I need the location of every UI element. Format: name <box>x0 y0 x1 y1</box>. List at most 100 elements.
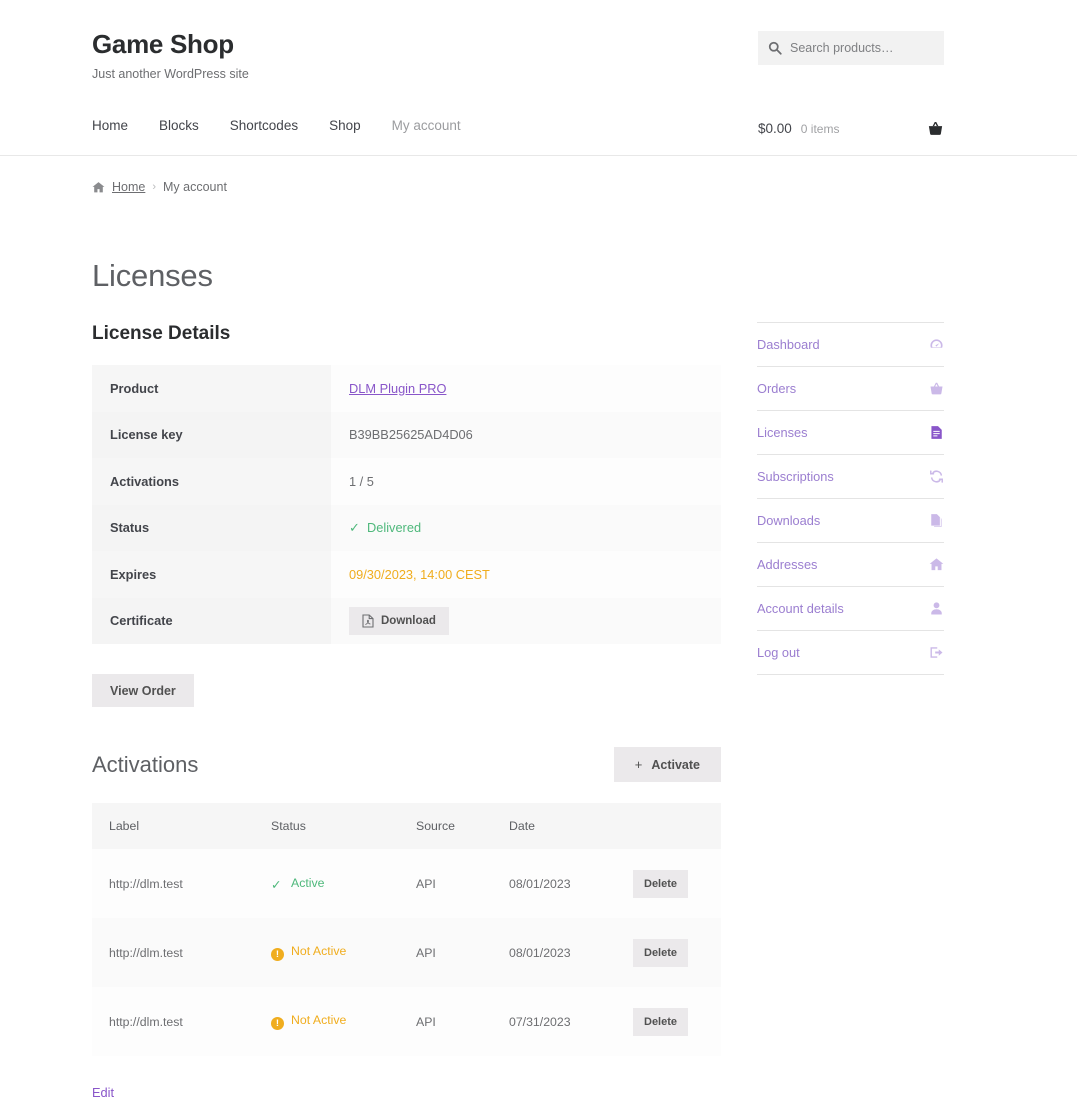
activation-source: API <box>399 849 492 918</box>
column-header-source: Source <box>399 803 492 849</box>
sidebar-item-dashboard[interactable]: Dashboard <box>757 323 944 367</box>
delete-activation-button[interactable]: Delete <box>633 870 688 898</box>
nav-item-my-account[interactable]: My account <box>392 118 461 133</box>
delete-activation-button[interactable]: Delete <box>633 939 688 967</box>
activation-label: http://dlm.test <box>92 918 254 987</box>
nav-item-home[interactable]: Home <box>92 118 128 133</box>
activation-source: API <box>399 918 492 987</box>
sidebar-item-addresses[interactable]: Addresses <box>757 543 944 587</box>
product-link[interactable]: DLM Plugin PRO <box>349 381 446 396</box>
alert-icon: ! <box>271 1017 284 1030</box>
activation-date: 07/31/2023 <box>492 987 616 1056</box>
delete-activation-button[interactable]: Delete <box>633 1008 688 1036</box>
details-label: License key <box>92 412 331 459</box>
details-row-license-key: License key B39BB25625AD4D06 <box>92 412 721 459</box>
view-order-button[interactable]: View Order <box>92 674 194 707</box>
activate-button[interactable]: + Activate <box>614 747 721 782</box>
main-column: License Details Product DLM Plugin PRO L… <box>92 323 721 1102</box>
download-certificate-button[interactable]: Download <box>349 607 449 635</box>
basket-icon[interactable] <box>927 120 944 137</box>
cart-summary[interactable]: $0.00 0 items <box>758 120 944 137</box>
home-icon <box>92 181 105 194</box>
activations-table: Label Status Source Date http://dlm.test… <box>92 803 721 1056</box>
license-details-table: Product DLM Plugin PRO License key B39BB… <box>92 365 721 644</box>
table-row: http://dlm.test !Not Active API 08/01/20… <box>92 918 721 987</box>
details-label: Product <box>92 365 331 412</box>
sidebar-item-licenses[interactable]: Licenses <box>757 411 944 455</box>
delete-button-label: Delete <box>644 947 677 959</box>
document-icon <box>929 425 944 440</box>
status-badge: Active <box>291 876 325 890</box>
sidebar-item-downloads[interactable]: Downloads <box>757 499 944 543</box>
breadcrumb: Home › My account <box>92 180 227 194</box>
site-title[interactable]: Game Shop <box>92 30 249 60</box>
nav-item-shop[interactable]: Shop <box>329 118 361 133</box>
account-sidebar: Dashboard Orders Licenses <box>757 322 944 675</box>
product-search[interactable] <box>758 31 944 65</box>
edit-link[interactable]: Edit <box>92 1085 114 1100</box>
sidebar-item-label: Dashboard <box>757 337 820 352</box>
site-header: Game Shop Just another WordPress site Ho… <box>0 0 1077 156</box>
sidebar-item-label: Licenses <box>757 425 808 440</box>
activation-actions: Delete <box>616 987 721 1056</box>
activation-label: http://dlm.test <box>92 987 254 1056</box>
status-badge: Delivered <box>367 520 421 535</box>
details-value: DLM Plugin PRO <box>331 365 721 412</box>
details-row-status: Status ✓ Delivered <box>92 505 721 552</box>
activation-source: API <box>399 987 492 1056</box>
breadcrumb-separator: › <box>152 181 156 193</box>
license-key-value: B39BB25625AD4D06 <box>331 412 721 459</box>
details-label: Certificate <box>92 598 331 645</box>
dashboard-icon <box>929 337 944 352</box>
primary-navigation: Home Blocks Shortcodes Shop My account <box>92 118 461 133</box>
page-title: Licenses <box>92 258 213 294</box>
sidebar-item-label: Log out <box>757 645 800 660</box>
details-row-expires: Expires 09/30/2023, 14:00 CEST <box>92 551 721 598</box>
logout-icon <box>929 645 944 660</box>
sidebar-item-orders[interactable]: Orders <box>757 367 944 411</box>
details-label: Expires <box>92 551 331 598</box>
nav-item-shortcodes[interactable]: Shortcodes <box>230 118 298 133</box>
view-order-label: View Order <box>110 684 176 698</box>
activation-status: ! Not Active <box>254 918 399 987</box>
delete-button-label: Delete <box>644 878 677 890</box>
sidebar-item-label: Subscriptions <box>757 469 834 484</box>
check-icon: ✓ <box>349 520 361 536</box>
details-value: Download <box>331 598 721 645</box>
site-branding: Game Shop Just another WordPress site <box>92 30 249 81</box>
details-row-certificate: Certificate Download <box>92 598 721 645</box>
activation-status: ✓ Active <box>254 849 399 918</box>
column-header-status: Status <box>254 803 399 849</box>
sidebar-item-account-details[interactable]: Account details <box>757 587 944 631</box>
license-details-heading: License Details <box>92 323 721 345</box>
sidebar-item-label: Addresses <box>757 557 817 572</box>
status-badge: Not Active <box>291 944 346 958</box>
sidebar-item-label: Downloads <box>757 513 820 528</box>
check-icon: ✓ <box>271 878 284 892</box>
activation-label: http://dlm.test <box>92 849 254 918</box>
activations-header-row: Label Status Source Date <box>92 803 721 849</box>
sidebar-item-label: Orders <box>757 381 796 396</box>
table-row: http://dlm.test ✓Active API 08/01/2023 D… <box>92 849 721 918</box>
home-icon <box>929 557 944 572</box>
sidebar-item-label: Account details <box>757 601 844 616</box>
details-value: 09/30/2023, 14:00 CEST <box>331 551 721 598</box>
breadcrumb-home-link[interactable]: Home <box>112 180 145 194</box>
activation-actions: Delete <box>616 849 721 918</box>
search-input[interactable] <box>790 41 934 55</box>
user-icon <box>929 601 944 616</box>
activations-header: Activations + Activate <box>92 747 721 782</box>
alert-icon: ! <box>271 948 284 961</box>
refresh-icon <box>929 469 944 484</box>
sidebar-item-log-out[interactable]: Log out <box>757 631 944 675</box>
plus-icon: + <box>635 757 643 772</box>
sidebar-item-subscriptions[interactable]: Subscriptions <box>757 455 944 499</box>
column-header-actions <box>616 803 721 849</box>
activation-actions: Delete <box>616 918 721 987</box>
column-header-date: Date <box>492 803 616 849</box>
nav-item-blocks[interactable]: Blocks <box>159 118 199 133</box>
table-row: http://dlm.test !Not Active API 07/31/20… <box>92 987 721 1056</box>
cart-item-count: 0 items <box>801 122 840 136</box>
details-label: Status <box>92 505 331 552</box>
search-icon <box>768 41 782 55</box>
